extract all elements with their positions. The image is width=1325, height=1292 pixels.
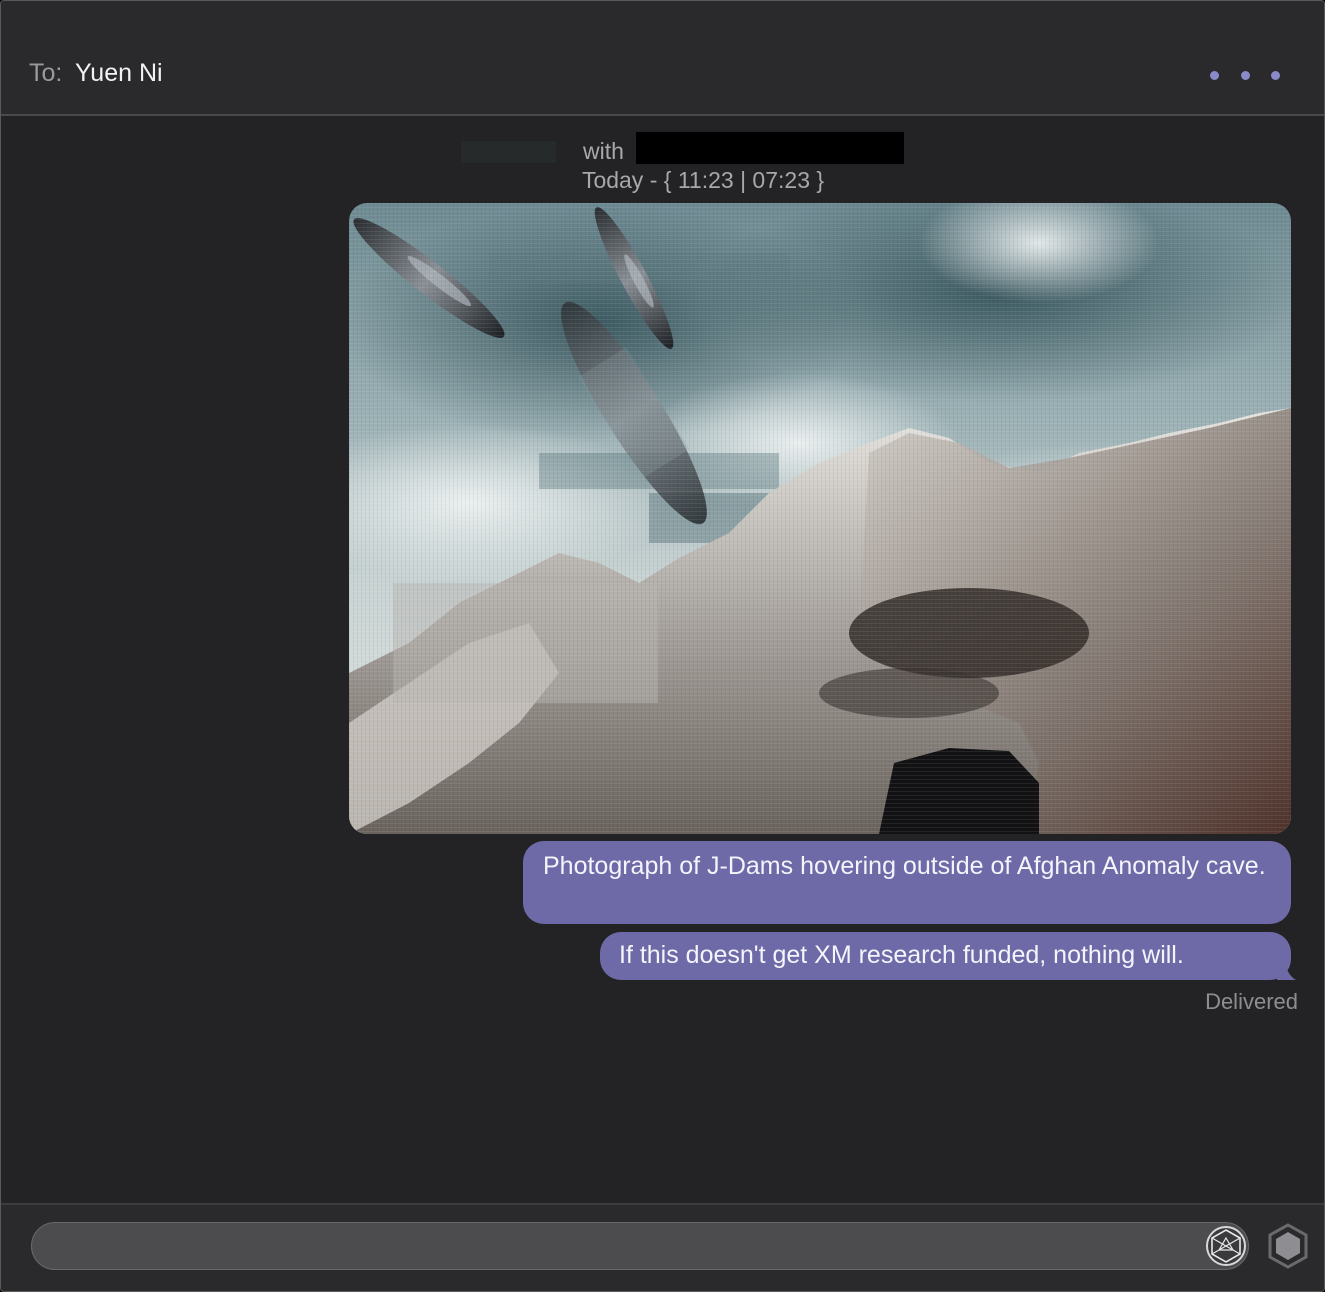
thread-with-label: with <box>583 138 624 164</box>
glyph-sphere-icon[interactable] <box>1205 1225 1247 1267</box>
more-options-button[interactable] <box>1210 63 1280 87</box>
recipient-name[interactable]: Yuen Ni <box>75 59 163 88</box>
ellipsis-icon <box>1271 70 1280 80</box>
message-bubble[interactable]: If this doesn't get XM research funded, … <box>600 932 1291 980</box>
message-input-container[interactable] <box>31 1222 1249 1270</box>
photo-attachment[interactable] <box>349 203 1291 834</box>
redacted-block <box>461 141 556 163</box>
delivery-status: Delivered <box>1205 989 1298 1014</box>
conversation-header: To: Yuen Ni <box>1 1 1324 116</box>
message-text: If this doesn't get XM research funded, … <box>619 941 1184 969</box>
ellipsis-icon <box>1240 70 1250 80</box>
message-input[interactable] <box>50 1231 1204 1263</box>
message-text: Photograph of J-Dams hovering outside of… <box>543 852 1266 880</box>
messages-window: To: Yuen Ni with Today - { 11:23 | 07:23… <box>0 0 1325 1292</box>
thread-timestamp: Today - { 11:23 | 07:23 } <box>581 167 825 193</box>
redacted-name-block <box>636 132 904 164</box>
message-bubble[interactable]: Photograph of J-Dams hovering outside of… <box>523 841 1291 924</box>
bubble-tail <box>1277 952 1296 980</box>
ellipsis-icon <box>1210 70 1219 80</box>
to-label: To: <box>29 59 63 87</box>
hexagon-send-icon[interactable] <box>1265 1223 1311 1269</box>
